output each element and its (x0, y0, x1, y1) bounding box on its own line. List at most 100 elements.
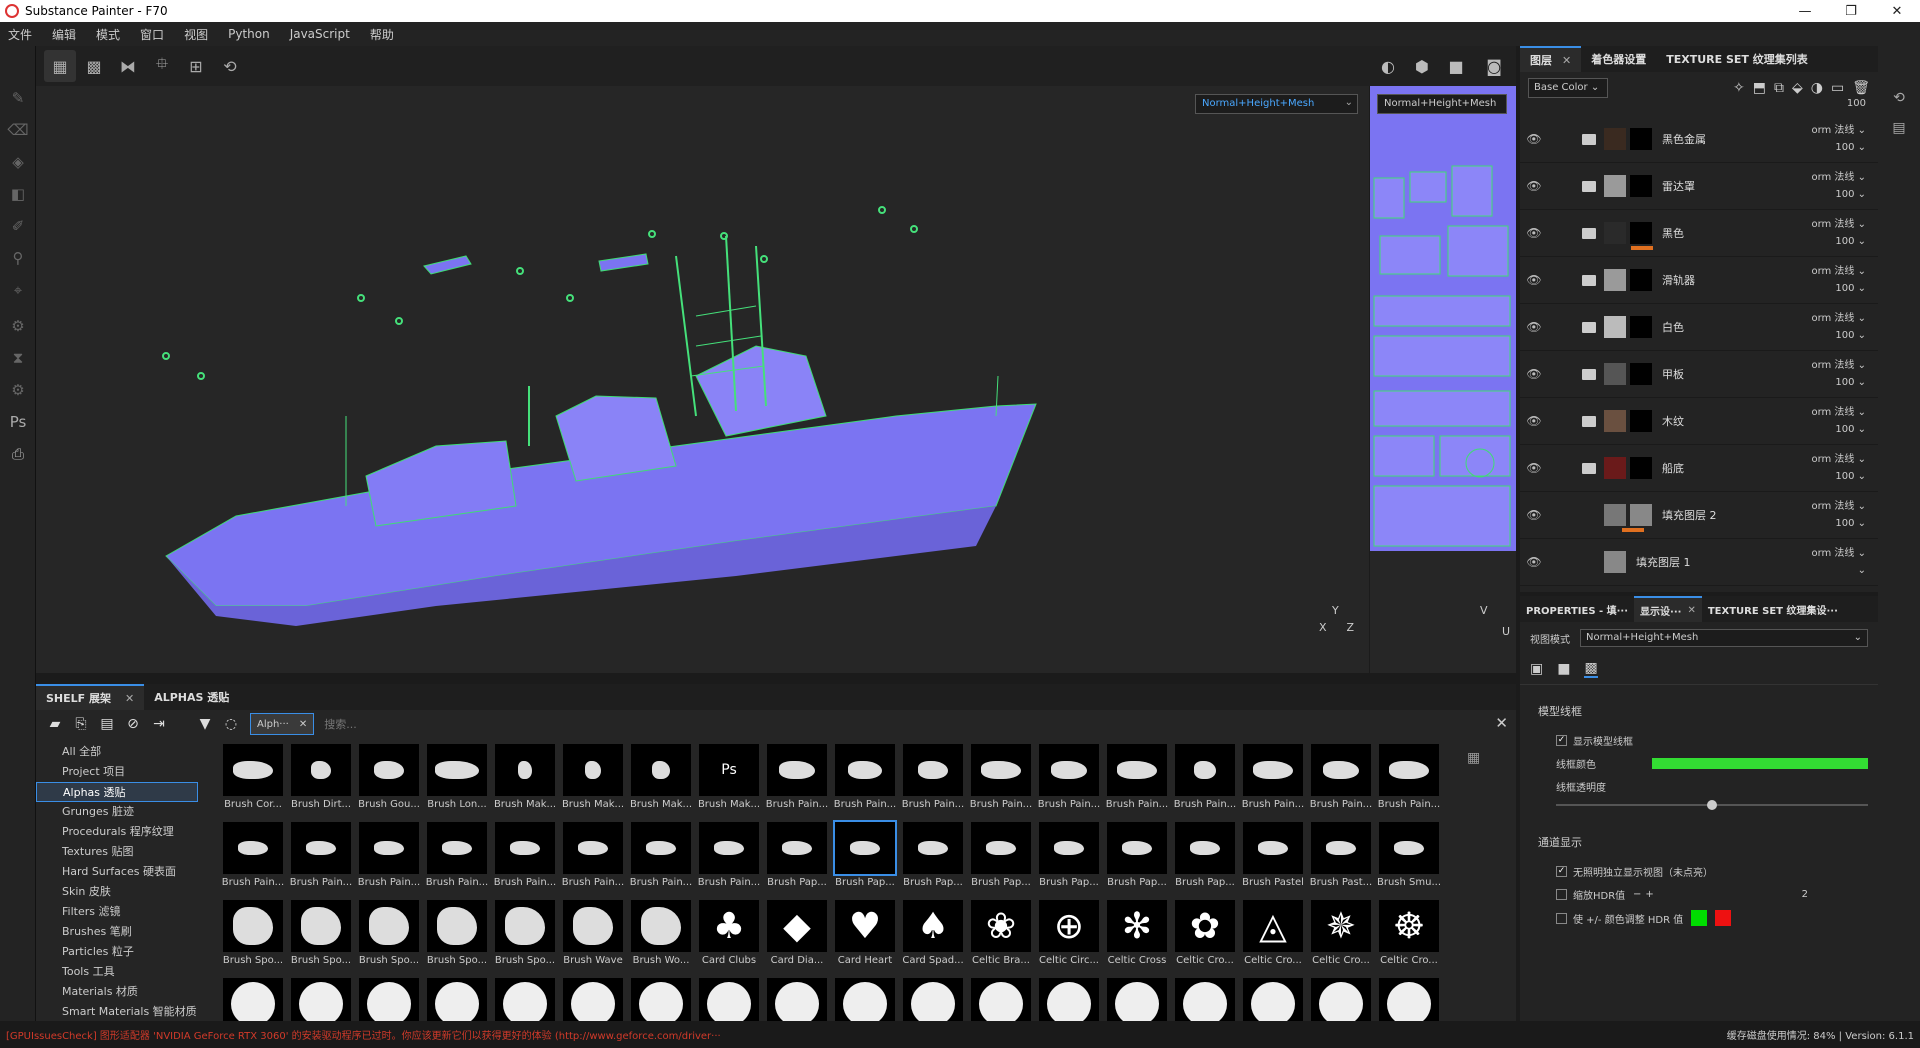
asset-tile[interactable]: Brush Pain... (1035, 744, 1103, 822)
layer-row[interactable]: 👁 黑色 orm 法线 ⌄ 100 ⌄ (1520, 210, 1878, 257)
asset-tile[interactable]: Brush Pastel (1239, 822, 1307, 900)
menu-window[interactable]: 窗口 (140, 26, 164, 43)
category-item[interactable]: Brushes 笔刷 (36, 922, 198, 942)
asset-tile[interactable] (627, 978, 695, 1021)
asset-tile[interactable]: ♣ Card Clubs (695, 900, 763, 978)
menu-edit[interactable]: 编辑 (52, 26, 76, 43)
delete-icon[interactable]: 🗑 (1852, 80, 1870, 96)
color-adjust-checkbox[interactable] (1556, 912, 1567, 924)
asset-tile[interactable]: Brush Pain... (831, 744, 899, 822)
layer-opacity[interactable]: 100 (1835, 377, 1854, 388)
category-item[interactable]: Hard Surfaces 硬表面 (36, 862, 198, 882)
hourglass-icon[interactable]: ⧗ (0, 342, 36, 374)
layer-opacity[interactable]: 100 (1835, 471, 1854, 482)
asset-tile[interactable]: Brush Pain... (1103, 744, 1171, 822)
magic-wand-icon[interactable]: ✧ (1733, 80, 1745, 96)
tab-shelf[interactable]: SHELF 展架 ✕ (36, 684, 145, 710)
export-icon[interactable]: ⎙ (0, 438, 36, 470)
asset-tile[interactable]: Brush Pap... (1035, 822, 1103, 900)
filter-chip[interactable]: Alph··· ✕ (250, 713, 315, 735)
mask-icon[interactable]: ◑ (1811, 80, 1823, 96)
wire-color-swatch[interactable] (1652, 758, 1868, 769)
hide-icon[interactable]: ⊘ (120, 716, 146, 732)
asset-tile[interactable]: Brush Pain... (219, 822, 287, 900)
asset-tile[interactable]: Brush Pap... (831, 820, 899, 900)
minimize-button[interactable]: — (1782, 4, 1828, 19)
asset-tile[interactable]: ◬ Celtic Cro... (1239, 900, 1307, 978)
layer-blend[interactable]: orm 法线 (1811, 313, 1854, 324)
asset-tile[interactable]: Brush Spo... (219, 900, 287, 978)
asset-tile[interactable]: ❀ Celtic Bra... (967, 900, 1035, 978)
paint-brush-icon[interactable]: ✎ (0, 82, 36, 114)
asset-tile[interactable]: ◆ Card Dia... (763, 900, 831, 978)
iso-view-checkbox[interactable]: ✓ (1556, 866, 1567, 877)
asset-tile[interactable]: Brush Pain... (695, 822, 763, 900)
hdr-plus-button[interactable]: + (1645, 889, 1653, 900)
asset-tile[interactable] (899, 978, 967, 1021)
layer-blend[interactable]: orm 法线 (1811, 125, 1854, 136)
asset-tile[interactable] (1171, 978, 1239, 1021)
layer-blend[interactable]: orm 法线 (1811, 219, 1854, 230)
asset-tile[interactable]: Brush Pain... (763, 744, 831, 822)
asset-tile[interactable] (763, 978, 831, 1021)
layer-row[interactable]: 👁 填充图层 1 orm 法线 ⌄ ⌄ (1520, 539, 1878, 586)
menu-python[interactable]: Python (228, 27, 270, 41)
layer-opacity[interactable]: 100 (1835, 236, 1854, 247)
asset-tile[interactable] (559, 978, 627, 1021)
close-icon[interactable]: ✕ (299, 719, 307, 730)
layer-row[interactable]: 👁 甲板 orm 法线 ⌄ 100 ⌄ (1520, 351, 1878, 398)
category-item[interactable]: Project 项目 (36, 762, 198, 782)
asset-tile[interactable] (1307, 978, 1375, 1021)
layer-name[interactable]: 黑色金属 (1662, 131, 1706, 147)
layer-opacity[interactable]: 100 (1835, 283, 1854, 294)
asset-tile[interactable]: Brush Mak... (559, 744, 627, 822)
asset-tile[interactable] (1375, 978, 1443, 1021)
environment-icon[interactable]: ▣ (1530, 661, 1543, 677)
eye-icon[interactable]: 👁 (1520, 461, 1548, 475)
camera-settings-icon[interactable]: ■ (1557, 661, 1570, 677)
asset-tile[interactable] (1035, 978, 1103, 1021)
asset-tile[interactable]: Brush Pain... (491, 822, 559, 900)
add-effect-icon[interactable]: ⬒ (1753, 80, 1766, 96)
layer-blend[interactable]: orm 法线 (1811, 501, 1854, 512)
layer-row[interactable]: 👁 黑色金属 orm 法线 ⌄ 100 ⌄ (1520, 116, 1878, 163)
tab-layers[interactable]: 图层 ✕ (1520, 46, 1582, 72)
eye-icon[interactable]: 👁 (1520, 414, 1548, 428)
search-input[interactable]: 搜索... (324, 716, 357, 732)
hdr-checkbox[interactable] (1556, 889, 1567, 900)
category-item[interactable]: Skin 皮肤 (36, 882, 198, 902)
asset-tile[interactable]: ⊕ Celtic Circ... (1035, 900, 1103, 978)
asset-tile[interactable]: Brush Cor... (219, 744, 287, 822)
category-item[interactable]: Procedurals 程序纹理 (36, 822, 198, 842)
asset-tile[interactable]: ☸ Celtic Cro... (1375, 900, 1443, 978)
asset-tile[interactable]: Brush Wave (559, 900, 627, 978)
layer-opacity[interactable]: 100 (1835, 330, 1854, 341)
grid-layout-icon[interactable]: ▩ (78, 50, 110, 82)
close-window-button[interactable]: ✕ (1874, 4, 1920, 19)
screenshot-icon[interactable]: ◙ (1478, 50, 1510, 82)
asset-tile[interactable]: Brush Spo... (423, 900, 491, 978)
asset-tile[interactable]: Brush Pap... (899, 822, 967, 900)
layer-name[interactable]: 甲板 (1662, 366, 1684, 382)
eye-icon[interactable]: 👁 (1520, 367, 1548, 381)
asset-tile[interactable] (1239, 978, 1307, 1021)
layer-blend[interactable]: orm 法线 (1811, 454, 1854, 465)
layer-blend[interactable]: orm 法线 (1811, 266, 1854, 277)
asset-tile[interactable]: Brush Pap... (1103, 822, 1171, 900)
asset-tile[interactable]: Brush Pain... (1307, 744, 1375, 822)
layer-name[interactable]: 白色 (1662, 319, 1684, 335)
eye-icon[interactable]: 👁 (1520, 508, 1548, 522)
smudge-icon[interactable]: ✐ (0, 210, 36, 242)
clone-stamp-icon[interactable]: ⚲ (0, 242, 36, 274)
asset-tile[interactable] (219, 978, 287, 1021)
asset-tile[interactable]: Brush Spo... (491, 900, 559, 978)
grid-view-icon[interactable]: ▦ (1467, 750, 1480, 766)
asset-tile[interactable]: ✻ Celtic Cross (1103, 900, 1171, 978)
layer-row[interactable]: 👁 木纹 orm 法线 ⌄ 100 ⌄ (1520, 398, 1878, 445)
asset-tile[interactable]: Brush Pain... (1171, 744, 1239, 822)
layer-row[interactable]: 👁 雷达罩 orm 法线 ⌄ 100 ⌄ (1520, 163, 1878, 210)
eye-icon[interactable]: 👁 (1520, 273, 1548, 287)
import-icon[interactable]: ⇥ (146, 716, 172, 732)
filter-icon[interactable]: ▼ (192, 716, 218, 732)
layer-blend[interactable]: orm 法线 (1811, 548, 1854, 559)
